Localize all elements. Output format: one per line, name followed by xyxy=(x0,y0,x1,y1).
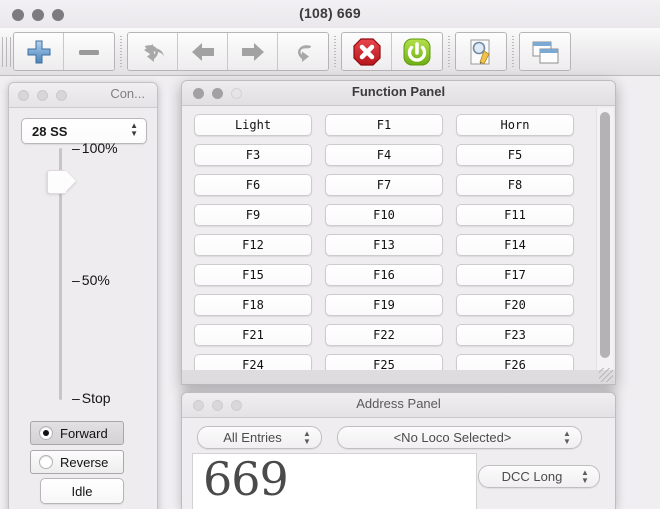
toolbar-group-navigation xyxy=(127,32,329,71)
function-button[interactable]: F7 xyxy=(325,174,443,196)
function-panel-scrollbar[interactable] xyxy=(596,108,613,382)
emergency-stop-button[interactable] xyxy=(342,33,392,70)
control-panel-title: Con... xyxy=(110,86,145,101)
function-button[interactable]: F13 xyxy=(325,234,443,256)
radio-unselected-icon xyxy=(39,455,53,469)
address-value: 669 xyxy=(203,452,289,506)
function-panel-resize-grip[interactable] xyxy=(599,368,613,382)
loco-select[interactable]: <No Loco Selected> ▲ ▼ xyxy=(337,426,582,449)
radio-selected-icon xyxy=(39,426,53,440)
chevron-updown-icon: ▲ ▼ xyxy=(563,428,571,446)
toolbar-separator-1 xyxy=(120,35,122,68)
left-arrow-icon xyxy=(191,42,214,61)
app-root: (108) 669 Con... 28 SS ▲ ▼ – 100% – 50% … xyxy=(0,0,660,509)
address-type-value: DCC Long xyxy=(501,469,563,484)
back-button[interactable] xyxy=(178,33,228,70)
function-button[interactable]: F12 xyxy=(194,234,312,256)
function-button[interactable]: Light xyxy=(194,114,312,136)
function-panel-body: Light F1 Horn F3 F4 F5 F6 F7 F8 F9 F10 F11 F12 F13 F14… xyxy=(182,106,615,384)
direction-forward-label: Forward xyxy=(60,425,108,441)
plus-icon xyxy=(27,40,50,63)
forward-button[interactable] xyxy=(228,33,278,70)
address-panel-window: Address Panel All Entries ▲ ▼ <No Loco Se… xyxy=(181,392,616,509)
idle-button[interactable]: Idle xyxy=(40,478,124,504)
function-button[interactable]: F19 xyxy=(325,294,443,316)
function-button[interactable]: F3 xyxy=(194,144,312,166)
magnifier-pencil-icon xyxy=(470,39,490,65)
function-panel-scroll-thumb[interactable] xyxy=(600,112,610,358)
function-button[interactable]: F21 xyxy=(194,324,312,346)
cascade-windows-icon xyxy=(532,41,559,63)
right-arrow-icon xyxy=(241,42,264,61)
redo-button[interactable] xyxy=(278,33,328,70)
power-button[interactable] xyxy=(392,33,442,70)
function-button[interactable]: F23 xyxy=(456,324,574,346)
function-button[interactable]: F11 xyxy=(456,204,574,226)
function-button[interactable]: F17 xyxy=(456,264,574,286)
function-button[interactable]: F4 xyxy=(325,144,443,166)
address-display-field[interactable]: 669 xyxy=(192,452,477,509)
toolbar-separator-4 xyxy=(512,35,514,68)
zoom-icon[interactable] xyxy=(56,90,67,101)
direction-reverse-radio[interactable]: Reverse xyxy=(30,450,124,474)
toolbar-group-throttle xyxy=(13,32,115,71)
toolbar-group-edit xyxy=(455,32,507,71)
undo-arrow-icon xyxy=(143,43,164,62)
function-panel-titlebar: Function Panel xyxy=(182,81,615,106)
slider-tick-50: 50% xyxy=(72,272,110,288)
toolbar-separator-3 xyxy=(448,35,450,68)
roster-filter-select[interactable]: All Entries ▲ ▼ xyxy=(197,426,322,449)
address-panel-body: All Entries ▲ ▼ <No Loco Selected> ▲ ▼ 669… xyxy=(182,418,615,509)
add-throttle-button[interactable] xyxy=(14,33,64,70)
minus-icon xyxy=(79,49,99,55)
chevron-updown-icon: ▲ ▼ xyxy=(581,467,589,485)
edit-preferences-button[interactable] xyxy=(456,33,506,70)
direction-forward-radio[interactable]: Forward xyxy=(30,421,124,445)
toolbar-drag-grip[interactable] xyxy=(2,36,11,67)
function-button[interactable]: F6 xyxy=(194,174,312,196)
main-toolbar xyxy=(0,28,660,76)
function-panel-bottom-bar xyxy=(182,370,615,384)
loco-select-value: <No Loco Selected> xyxy=(393,430,512,445)
function-button[interactable]: F1 xyxy=(325,114,443,136)
minimize-icon[interactable] xyxy=(37,90,48,101)
control-panel-titlebar: Con... xyxy=(9,83,157,108)
function-button[interactable]: F20 xyxy=(456,294,574,316)
function-button[interactable]: F18 xyxy=(194,294,312,316)
function-panel-title: Function Panel xyxy=(351,84,446,99)
redo-arrow-icon xyxy=(297,44,311,62)
function-button[interactable]: F10 xyxy=(325,204,443,226)
function-button[interactable]: F8 xyxy=(456,174,574,196)
function-button[interactable]: F9 xyxy=(194,204,312,226)
function-button[interactable]: F14 xyxy=(456,234,574,256)
address-panel-titlebar: Address Panel xyxy=(182,393,615,418)
function-button[interactable]: F5 xyxy=(456,144,574,166)
undo-button[interactable] xyxy=(128,33,178,70)
close-icon[interactable] xyxy=(18,90,29,101)
function-button[interactable]: Horn xyxy=(456,114,574,136)
main-window-titlebar: (108) 669 xyxy=(0,0,660,29)
address-type-select[interactable]: DCC Long ▲ ▼ xyxy=(478,465,600,488)
function-button[interactable]: F16 xyxy=(325,264,443,286)
address-panel-title: Address Panel xyxy=(356,396,441,411)
slider-tick-stop: Stop xyxy=(72,390,111,406)
direction-reverse-label: Reverse xyxy=(60,454,109,470)
control-panel-traffic-lights xyxy=(18,90,67,101)
function-button-grid: Light F1 Horn F3 F4 F5 F6 F7 F8 F9 F10 F11 F12 F13 F14… xyxy=(194,114,586,376)
function-button[interactable]: F22 xyxy=(325,324,443,346)
function-button[interactable]: F15 xyxy=(194,264,312,286)
toolbar-group-power xyxy=(341,32,443,71)
slider-tick-100: 100% xyxy=(72,140,118,156)
speed-slider-layer: 100% 50% Stop xyxy=(9,106,155,509)
roster-filter-value: All Entries xyxy=(223,430,282,445)
power-icon xyxy=(403,38,431,65)
windows-button[interactable] xyxy=(520,33,570,70)
remove-throttle-button[interactable] xyxy=(64,33,114,70)
page-title: (108) 669 xyxy=(299,5,361,21)
toolbar-separator-2 xyxy=(334,35,336,68)
function-panel-window: Function Panel Light F1 Horn F3 F4 F5 F6 F7 F8 F9… xyxy=(181,80,616,385)
toolbar-group-windows xyxy=(519,32,571,71)
stop-octagon-icon xyxy=(352,37,381,66)
chevron-updown-icon: ▲ ▼ xyxy=(303,428,311,446)
